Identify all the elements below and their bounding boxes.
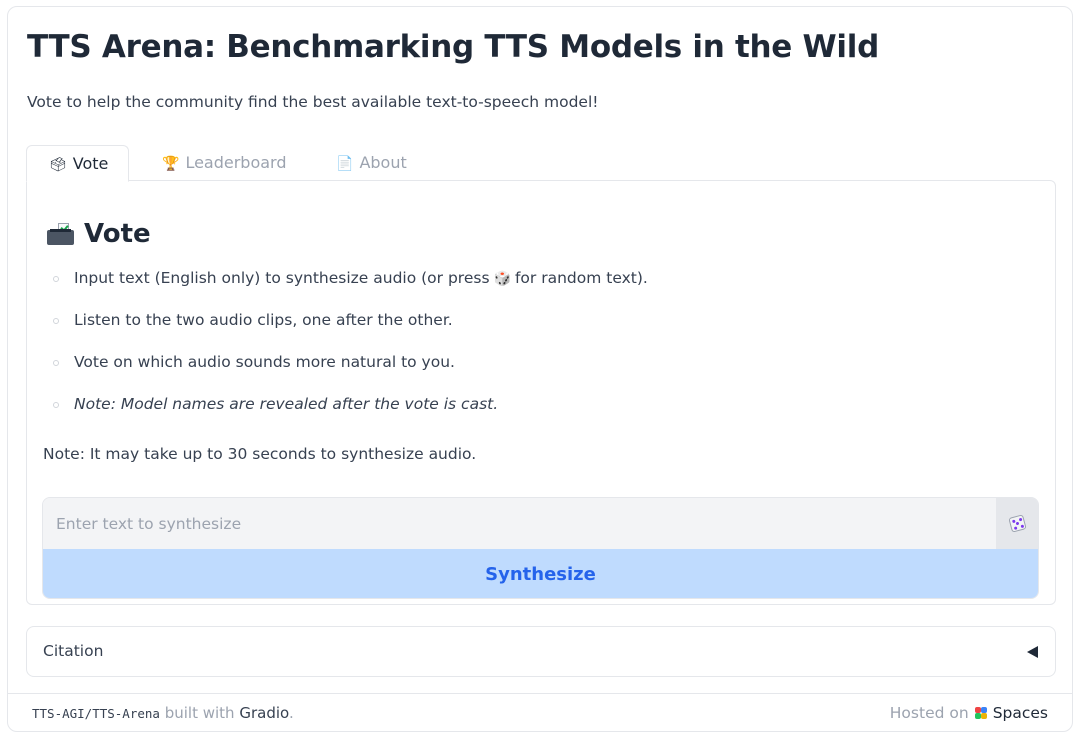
tab-vote-label: Vote	[72, 154, 109, 173]
footer-hosted: Hosted on Spaces	[890, 704, 1048, 722]
synthesize-form: Synthesize	[42, 497, 1039, 599]
synthesize-button[interactable]: Synthesize	[43, 549, 1038, 598]
vote-heading: Vote	[47, 219, 151, 249]
tab-about-label: About	[359, 153, 407, 172]
list-item: Vote on which audio sounds more natural …	[47, 351, 947, 393]
list-item: Input text (English only) to synthesize …	[47, 267, 947, 309]
random-text-button[interactable]	[996, 498, 1038, 549]
list-item-text: Input text (English only) to synthesize …	[74, 269, 490, 287]
app-container: TTS Arena: Benchmarking TTS Models in th…	[7, 6, 1073, 732]
tab-bar: 🗳 Vote 🏆 Leaderboard 📄 About	[26, 145, 1056, 182]
spaces-link[interactable]: Spaces	[993, 704, 1048, 722]
list-item: Listen to the two audio clips, one after…	[47, 309, 947, 351]
tab-vote[interactable]: 🗳 Vote	[26, 145, 130, 182]
citation-label: Citation	[43, 642, 104, 660]
vote-panel: Vote Input text (English only) to synthe…	[26, 180, 1056, 605]
citation-accordion[interactable]: Citation	[26, 626, 1056, 677]
tab-about[interactable]: 📄 About	[336, 145, 407, 181]
dice-icon	[1007, 514, 1027, 533]
instructions-list: Input text (English only) to synthesize …	[47, 267, 947, 435]
list-item: Note: Model names are revealed after the…	[47, 393, 947, 435]
page-icon: 📄	[336, 156, 354, 172]
caret-left-icon	[1027, 646, 1038, 658]
hosted-on-text: Hosted on	[889, 704, 969, 722]
spaces-logo-icon	[974, 707, 987, 719]
latency-note: Note: It may take up to 30 seconds to sy…	[43, 445, 477, 463]
gradio-link[interactable]: Gradio	[239, 704, 289, 722]
dice-icon: 🎲	[493, 271, 511, 287]
trophy-icon: 🏆	[162, 156, 180, 172]
built-with-text: built with	[164, 704, 235, 722]
repo-link[interactable]: TTS-AGI/TTS-Arena	[32, 706, 160, 721]
footer-period: .	[288, 704, 294, 722]
page-title: TTS Arena: Benchmarking TTS Models in th…	[27, 29, 879, 65]
list-item-text: for random text).	[514, 269, 648, 287]
text-input[interactable]	[43, 498, 998, 549]
tab-leaderboard[interactable]: 🏆 Leaderboard	[162, 145, 287, 181]
footer-credits: TTS-AGI/TTS-Arena built with Gradio.	[32, 704, 294, 722]
tab-leaderboard-label: Leaderboard	[185, 153, 287, 172]
ballot-box-icon: 🗳	[49, 157, 67, 173]
vote-heading-label: Vote	[84, 219, 151, 249]
page-subtitle: Vote to help the community find the best…	[27, 93, 599, 111]
ballot-box-icon	[47, 223, 74, 245]
footer-divider	[8, 693, 1072, 694]
